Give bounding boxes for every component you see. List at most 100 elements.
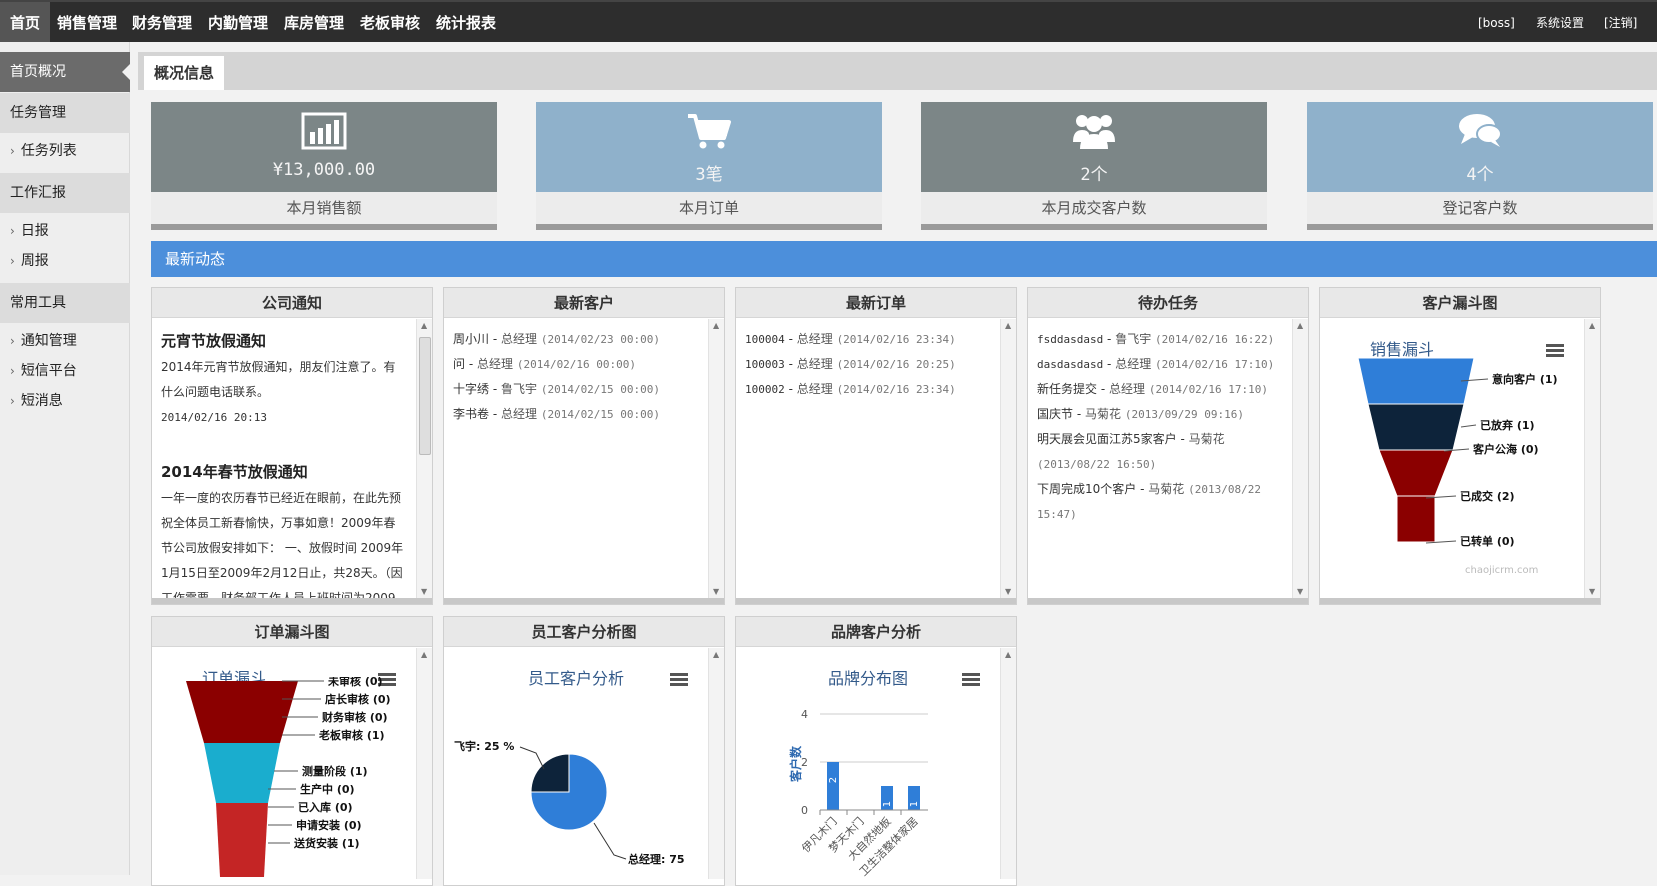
sidebar-item-overview[interactable]: 首页概况 [0,52,130,92]
item-time: (2013/08/22 16:50) [1037,458,1157,471]
stat-card-bar [921,224,1267,230]
sidebar-item-weekly[interactable]: › 周报 [0,246,130,276]
panel-latest-customers: 最新客户 周小川 - 总经理 (2014/02/23 00:00) 问 - 总经… [443,287,725,605]
funnel-segment [1367,403,1465,451]
chevron-right-icon: › [10,334,15,348]
funnel-label: 已成交 (2) [1460,489,1515,503]
list-item[interactable]: 下周完成10个客户 - 马菊花 (2013/08/22 15:47) [1037,477,1283,527]
stat-label: 本月销售额 [151,192,497,224]
stat-card-sales[interactable]: ¥13,000.00 本月销售额 [151,102,497,230]
nav-finance[interactable]: 财务管理 [122,2,202,44]
item-name: fsddasdasd [1037,333,1104,346]
scroll-down-icon[interactable]: ▼ [1589,587,1595,596]
sidebar-item-label: 短信平台 [20,363,77,379]
logout-link[interactable]: [注销] [1604,2,1637,44]
scrollbar[interactable]: ▲ ▼ [416,319,432,598]
stat-card-bar [536,224,882,230]
sidebar-section-tasks[interactable]: 任务管理 [0,93,130,133]
chat-icon [1307,112,1653,154]
item-owner: 马菊花 [1084,407,1121,421]
sidebar-item-label: 周报 [20,253,49,269]
scrollbar[interactable]: ▲ ▼ [1292,319,1308,598]
panel-company-notice: 公司通知 元宵节放假通知 2014年元宵节放假通知，朋友们注意了。有什么问题电话… [151,287,433,605]
nav-home[interactable]: 首页 [0,2,51,44]
item-time: (2014/02/15 00:00) [540,383,661,396]
stat-value: 4个 [1466,165,1494,185]
list-item[interactable]: 十字绣 - 鲁飞宇 (2014/02/15 00:00) [453,377,699,402]
scrollbar[interactable]: ▲ [708,648,724,879]
order-funnel-chart: 未审核 (0) 店长审核 (0) 财务审核 (0) 老板审核 (1) 测量阶段 (1) 生… [186,677,391,877]
list-item[interactable]: 100002 - 总经理 (2014/02/16 23:34) [745,377,991,402]
scrollbar[interactable]: ▲ ▼ [708,319,724,598]
notice-title[interactable]: 元宵节放假通知 [161,327,407,355]
notice-title[interactable]: 2014年春节放假通知 [161,458,407,486]
scrollbar[interactable]: ▲ [416,648,432,879]
list-item[interactable]: 国庆节 - 马菊花 (2013/09/29 09:16) [1037,402,1283,427]
item-time: (2014/02/16 20:25) [836,358,956,371]
item-owner: 马菊花 [1188,432,1225,446]
panel-title: 最新客户 [444,288,724,318]
list-item[interactable]: dasdasdasd - 总经理 (2014/02/16 17:10) [1037,352,1283,377]
list-item[interactable]: 新任务提交 - 总经理 (2014/02/16 17:10) [1037,377,1283,402]
list-item[interactable]: 周小川 - 总经理 (2014/02/23 00:00) [453,327,699,352]
item-name: 100003 [745,358,785,371]
list-item[interactable]: 100004 - 总经理 (2014/02/16 23:34) [745,327,991,352]
stat-card-orders[interactable]: 3笔 本月订单 [536,102,882,230]
funnel-label: 店长审核 (0) [325,692,391,706]
sidebar-item-daily[interactable]: › 日报 [0,216,130,246]
panel-footer [1028,598,1308,604]
item-name: 明天展会见面江苏5家客户 [1037,432,1177,446]
current-user[interactable]: [boss] [1478,2,1515,44]
funnel-label: 意向客户 (1) [1492,372,1558,386]
stat-card-top: 2个 [921,102,1267,192]
nav-sales[interactable]: 销售管理 [47,2,127,44]
stat-card-top: 3笔 [536,102,882,192]
scroll-up-icon[interactable]: ▲ [1589,321,1595,330]
scrollbar[interactable]: ▲ [1000,648,1016,879]
item-time: (2014/02/16 17:10) [1148,383,1269,396]
scroll-up-icon[interactable]: ▲ [713,650,719,659]
nav-office[interactable]: 内勤管理 [198,2,278,44]
scroll-up-icon[interactable]: ▲ [1005,321,1011,330]
panel-customer-funnel: 客户漏斗图 销售漏斗 意向客户 (1) 已放弃 (1) 客户公海 (0) 已成交 (2… [1319,287,1601,605]
sidebar-item-notice-mgmt[interactable]: › 通知管理 [0,326,130,356]
tab-overview[interactable]: 概况信息 [144,56,225,90]
scroll-up-icon[interactable]: ▲ [1005,650,1011,659]
funnel-label: 老板审核 (1) [318,728,385,742]
nav-boss-review[interactable]: 老板审核 [350,2,430,44]
scrollbar[interactable]: ▲ ▼ [1584,319,1600,598]
list-item[interactable]: 100003 - 总经理 (2014/02/16 20:25) [745,352,991,377]
scroll-up-icon[interactable]: ▲ [713,321,719,330]
list-item[interactable]: 问 - 总经理 (2014/02/16 00:00) [453,352,699,377]
panel-title: 员工客户分析图 [444,617,724,647]
settings-link[interactable]: 系统设置 [1536,2,1584,44]
users-icon [921,112,1267,154]
list-item[interactable]: 李书卷 - 总经理 (2014/02/15 00:00) [453,402,699,427]
stat-card-registered[interactable]: 4个 登记客户数 [1307,102,1653,230]
stat-value: 3笔 [695,165,723,185]
sidebar-section-reports[interactable]: 工作汇报 [0,173,130,213]
scrollbar[interactable]: ▲ ▼ [1000,319,1016,598]
nav-warehouse[interactable]: 库房管理 [274,2,354,44]
sidebar-item-messages[interactable]: › 短消息 [0,386,130,416]
stat-card-bar [151,224,497,230]
scroll-up-icon[interactable]: ▲ [421,650,427,659]
sidebar-item-task-list[interactable]: › 任务列表 [0,136,130,166]
y-tick-label: 4 [801,708,808,721]
scroll-down-icon[interactable]: ▼ [1005,587,1011,596]
scroll-down-icon[interactable]: ▼ [713,587,719,596]
item-time: (2014/02/23 00:00) [540,333,661,346]
list-item[interactable]: 明天展会见面江苏5家客户 - 马菊花 (2013/08/22 16:50) [1037,427,1283,477]
scroll-up-icon[interactable]: ▲ [1297,321,1303,330]
stat-card-deals[interactable]: 2个 本月成交客户数 [921,102,1267,230]
panel-title: 品牌客户分析 [736,617,1016,647]
scroll-up-icon[interactable]: ▲ [421,321,427,330]
sidebar-section-tools[interactable]: 常用工具 [0,283,130,323]
nav-reports[interactable]: 统计报表 [426,2,506,44]
bar [827,762,839,810]
list-item[interactable]: fsddasdasd - 鲁飞宇 (2014/02/16 16:22) [1037,327,1283,352]
scroll-thumb[interactable] [419,337,431,455]
scroll-down-icon[interactable]: ▼ [1297,587,1303,596]
sidebar-item-sms[interactable]: › 短信平台 [0,356,130,386]
scroll-down-icon[interactable]: ▼ [421,587,427,596]
